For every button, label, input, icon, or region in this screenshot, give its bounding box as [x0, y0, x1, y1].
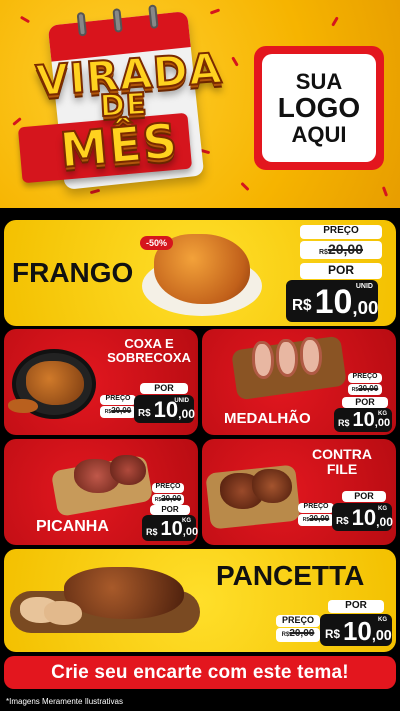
product-card-medalhao[interactable]: MEDALHÃO PREÇO R$20,00 POR R$ 10,00 KG	[202, 329, 396, 435]
new-price: R$ 10,00 KG	[332, 503, 393, 531]
new-price: R$ 10,00 KG	[334, 408, 392, 432]
confetti-decoration	[89, 188, 101, 195]
title-mes: MÊS	[57, 112, 182, 180]
por-label: POR	[342, 397, 388, 408]
product-name: CONTRA FILE	[312, 446, 372, 477]
disclaimer-footnote: *Imagens Meramente Ilustrativas	[6, 697, 123, 706]
old-price: R$20,00	[276, 628, 320, 642]
product-name: PANCETTA	[216, 560, 365, 591]
product-card-pancetta[interactable]: PANCETTA POR PREÇO R$20,00 R$ 10,00 KG	[4, 549, 396, 652]
old-price: R$20,00	[152, 494, 184, 505]
price-label: PREÇO	[298, 503, 334, 513]
product-name: MEDALHÃO	[224, 410, 311, 427]
confetti-decoration	[19, 15, 31, 24]
confetti-decoration	[12, 117, 22, 126]
old-price: R$20,00	[100, 406, 136, 418]
product-name: PICANHA	[36, 518, 109, 535]
price-label: PREÇO	[300, 225, 382, 239]
logo-placeholder[interactable]: SUA LOGO AQUI	[254, 46, 384, 170]
product-card-picanha[interactable]: PICANHA PREÇO R$20,00 POR R$ 10,00 KG	[4, 439, 198, 545]
discount-badge: -50%	[140, 236, 174, 250]
product-card-coxa-sobrecoxa[interactable]: COXA E SOBRECOXA POR PREÇO R$20,00 R$ 10,…	[4, 329, 198, 435]
logo-text-line3: AQUI	[291, 121, 347, 147]
header: VIRADA DE MÊS SUA LOGO AQUI	[0, 0, 400, 208]
product-card-contra-file[interactable]: CONTRA FILE POR PREÇO R$20,00 R$ 10,00 KG	[202, 439, 396, 545]
product-name: COXA E SOBRECOXA	[107, 336, 191, 365]
confetti-decoration	[231, 56, 239, 67]
new-price: R$ 10,00 KG	[142, 515, 198, 541]
por-label: POR	[150, 505, 190, 515]
price-label: PREÇO	[276, 615, 320, 627]
logo-text-line1: SUA	[295, 69, 343, 95]
por-label: POR	[342, 491, 386, 502]
price-label: PREÇO	[100, 395, 136, 405]
confetti-decoration	[381, 186, 389, 197]
confetti-decoration	[209, 8, 221, 15]
price-label: PREÇO	[348, 373, 382, 383]
new-price: R$ 10,00 UNID	[286, 280, 378, 322]
por-label: POR	[328, 600, 384, 613]
new-price: R$ 10,00 KG	[320, 614, 392, 646]
price-label: PREÇO	[152, 483, 184, 493]
new-price: R$ 10,00 UNID	[134, 395, 195, 423]
product-name: FRANGO	[12, 257, 134, 288]
confetti-decoration	[331, 16, 339, 27]
cta-banner[interactable]: Crie seu encarte com este tema!	[4, 656, 396, 689]
old-price: R$20,00	[348, 384, 382, 395]
old-price: R$20,00	[298, 514, 334, 526]
old-price: R$20,00	[300, 241, 382, 259]
product-card-frango[interactable]: FRANGO -50% PREÇO R$20,00 POR R$ 10,00 UN…	[4, 220, 396, 326]
por-label: POR	[300, 263, 382, 279]
confetti-decoration	[240, 181, 250, 192]
por-label: POR	[140, 383, 188, 394]
logo-text-line2: LOGO	[277, 92, 361, 124]
